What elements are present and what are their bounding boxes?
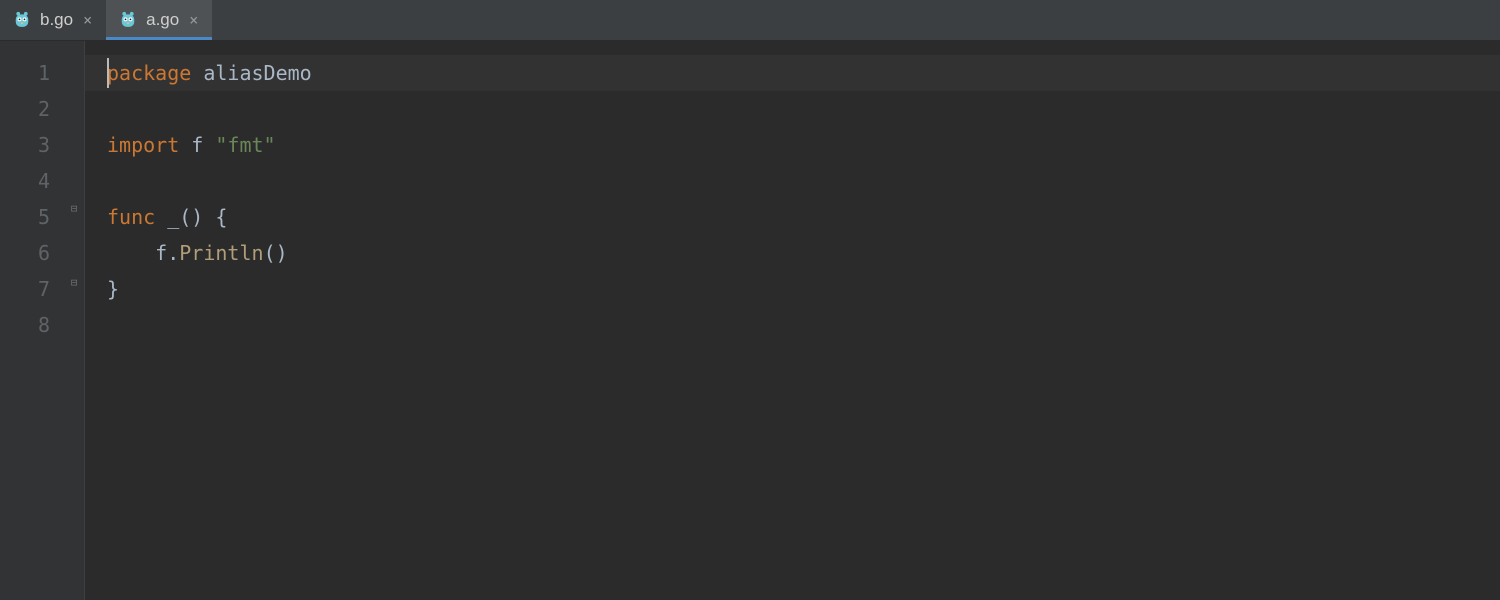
fold-close-icon[interactable]: ⊟: [68, 277, 80, 289]
go-file-icon: [12, 10, 32, 30]
tab-label: b.go: [40, 10, 73, 30]
code-line[interactable]: func _() {: [107, 199, 1500, 235]
fold-open-icon[interactable]: ⊟: [68, 203, 80, 215]
whitespace: [203, 205, 215, 229]
close-icon[interactable]: ×: [187, 13, 200, 28]
import-alias: f: [191, 133, 203, 157]
text-caret: [107, 58, 109, 88]
parens: (): [179, 205, 203, 229]
keyword: package: [107, 61, 191, 85]
whitespace: [155, 205, 167, 229]
tab-bar: b.go × a.go ×: [0, 0, 1500, 41]
tab-b-go[interactable]: b.go ×: [0, 0, 106, 40]
tab-label: a.go: [146, 10, 179, 30]
string-literal: "fmt": [215, 133, 275, 157]
code-line[interactable]: import f "fmt": [107, 127, 1500, 163]
code-line[interactable]: [107, 307, 1500, 343]
fold-column: ⊟ ⊟: [64, 55, 84, 600]
keyword: import: [107, 133, 179, 157]
func-name: _: [167, 205, 179, 229]
tab-a-go[interactable]: a.go ×: [106, 0, 212, 40]
whitespace: [191, 61, 203, 85]
close-icon[interactable]: ×: [81, 13, 94, 28]
code-line[interactable]: f.Println(): [107, 235, 1500, 271]
dot: .: [167, 241, 179, 265]
func-call: Println: [179, 241, 263, 265]
code-line[interactable]: [107, 91, 1500, 127]
keyword: func: [107, 205, 155, 229]
go-file-icon: [118, 10, 138, 30]
identifier: aliasDemo: [203, 61, 311, 85]
editor-area: 1 2 3 4 5 6 7 8 ⊟ ⊟ package aliasDemo im…: [0, 41, 1500, 600]
code-editor[interactable]: package aliasDemo import f "fmt" func _(…: [84, 41, 1500, 600]
whitespace: [203, 133, 215, 157]
gutter: 1 2 3 4 5 6 7 8 ⊟ ⊟: [0, 41, 84, 600]
receiver: f: [155, 241, 167, 265]
parens: (): [264, 241, 288, 265]
code-line[interactable]: [107, 163, 1500, 199]
indent: [107, 241, 155, 265]
whitespace: [179, 133, 191, 157]
code-line[interactable]: }: [107, 271, 1500, 307]
brace: }: [107, 277, 119, 301]
brace: {: [215, 205, 227, 229]
